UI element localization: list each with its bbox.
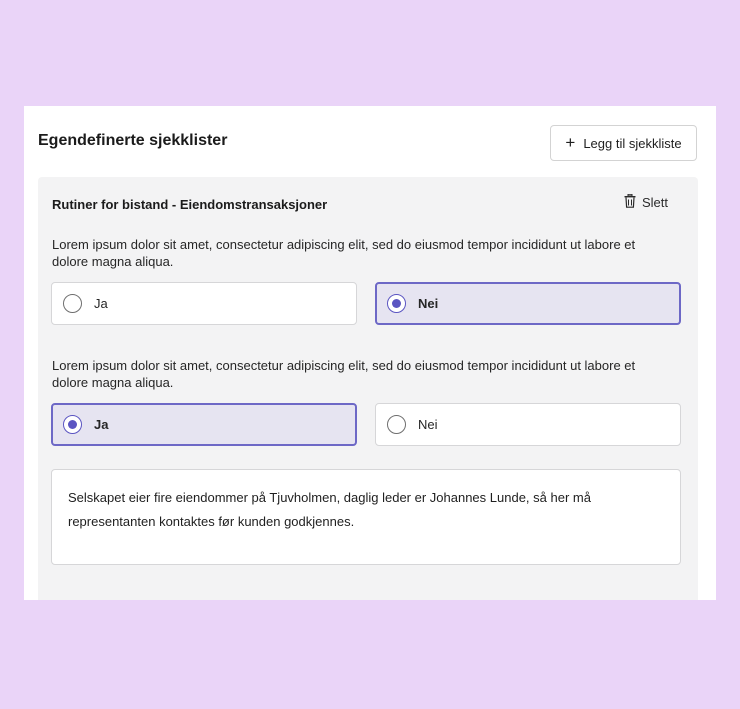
checklist-panel: Rutiner for bistand - Eiendomstransaksjo… <box>38 177 698 600</box>
radio-unselected-icon <box>387 415 406 434</box>
question-1-option-nei[interactable]: Nei <box>375 282 681 325</box>
page-title: Egendefinerte sjekklister <box>38 132 228 149</box>
option-label: Nei <box>418 296 439 311</box>
custom-checklists-card: Egendefinerte sjekklister + Legg til sje… <box>24 106 716 600</box>
radio-selected-icon <box>387 294 406 313</box>
add-checklist-label: Legg til sjekkliste <box>583 135 682 151</box>
option-label: Ja <box>94 417 109 432</box>
card-header: Egendefinerte sjekklister + Legg til sje… <box>24 106 716 176</box>
checklist-title: Rutiner for bistand - Eiendomstransaksjo… <box>52 197 328 212</box>
question-1-option-ja[interactable]: Ja <box>51 282 357 325</box>
add-checklist-button[interactable]: + Legg til sjekkliste <box>550 125 697 161</box>
comment-textarea[interactable]: Selskapet eier fire eiendommer på Tjuvho… <box>51 469 681 565</box>
plus-icon: + <box>565 133 576 152</box>
radio-unselected-icon <box>63 294 82 313</box>
option-label: Ja <box>94 296 108 311</box>
question-2-option-nei[interactable]: Nei <box>375 403 681 446</box>
trash-icon <box>624 193 636 211</box>
question-2-text: Lorem ipsum dolor sit amet, consectetur … <box>52 358 636 390</box>
question-2-option-ja[interactable]: Ja <box>51 403 357 446</box>
radio-selected-icon <box>63 415 82 434</box>
delete-label: Slett <box>642 195 669 210</box>
delete-checklist-button[interactable]: Slett <box>624 193 669 211</box>
option-label: Nei <box>418 417 438 432</box>
question-1-text: Lorem ipsum dolor sit amet, consectetur … <box>52 237 636 269</box>
